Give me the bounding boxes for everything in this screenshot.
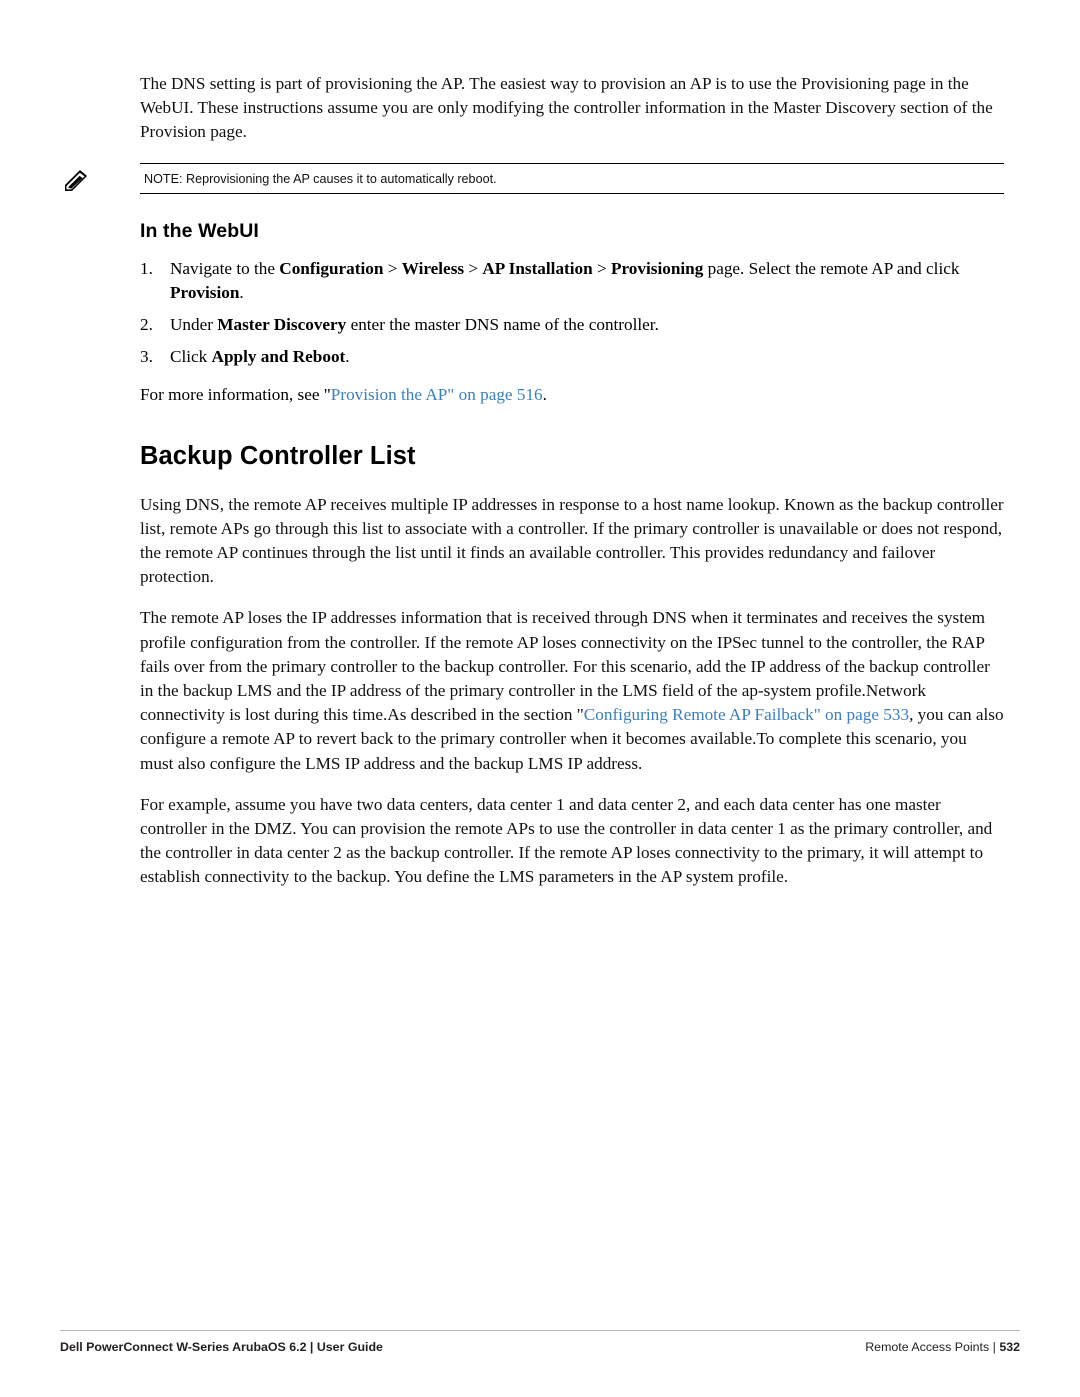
inline-text: .	[542, 385, 547, 405]
emphasis-text: AP Installation	[482, 258, 593, 278]
emphasis-text: Master Discovery	[217, 315, 347, 335]
inline-text: For more information, see "	[140, 385, 331, 405]
cross-reference-link[interactable]: Provision the AP" on page 516	[331, 385, 543, 404]
emphasis-text: Provision	[170, 282, 240, 302]
inline-text: Navigate to the	[170, 258, 280, 278]
footer-right-text: Remote Access Points | 532	[865, 1340, 1020, 1354]
heading-in-the-webui: In the WebUI	[140, 219, 259, 242]
step-text: Under Master Discovery enter the master …	[170, 315, 659, 334]
footer-left-text: Dell PowerConnect W-Series ArubaOS 6.2 |…	[60, 1340, 383, 1354]
footer-rule	[60, 1330, 1020, 1331]
footer-page-number: 532	[999, 1340, 1020, 1354]
footer-chapter-label: Remote Access Points |	[865, 1340, 996, 1354]
backup-paragraph-3: For example, assume you have two data ce…	[140, 794, 993, 887]
heading-backup-controller-list: Backup Controller List	[140, 441, 416, 470]
step-number: 1.	[140, 258, 153, 278]
emphasis-text: Wireless	[401, 258, 465, 278]
inline-text: page. Select the remote AP and click	[703, 258, 960, 278]
inline-text: >	[383, 258, 402, 278]
emphasis-text: Provisioning	[610, 258, 704, 278]
backup-paragraph-2: The remote AP loses the IP addresses inf…	[140, 606, 1004, 775]
emphasis-text: Configuration	[279, 258, 384, 278]
cross-reference-link[interactable]: Configuring Remote AP Failback" on page …	[584, 705, 909, 724]
page-content: The DNS setting is part of provisioning …	[65, 72, 1004, 907]
inline-text: .	[239, 282, 244, 302]
inline-text: Click	[170, 347, 212, 367]
emphasis-text: Apply and Reboot	[211, 347, 346, 367]
step-number: 2.	[140, 315, 153, 335]
webui-step-1: 1. Navigate to the Configuration > Wirele…	[140, 257, 1004, 305]
note-text: NOTE: Reprovisioning the AP causes it to…	[144, 171, 497, 186]
step-number: 3.	[140, 347, 153, 367]
inline-text: >	[464, 258, 483, 278]
inline-text: Under	[170, 315, 218, 335]
page-footer: Dell PowerConnect W-Series ArubaOS 6.2 |…	[60, 1330, 1020, 1354]
step-text: Click Apply and Reboot.	[170, 347, 350, 366]
backup-paragraph-1: Using DNS, the remote AP receives multip…	[140, 494, 1004, 587]
webui-steps-list: 1. Navigate to the Configuration > Wirele…	[140, 257, 1004, 370]
more-info-line: For more information, see "Provision the…	[140, 383, 1004, 407]
step-text: Navigate to the Configuration > Wireless…	[170, 259, 959, 302]
inline-text: >	[592, 258, 611, 278]
document-page: The DNS setting is part of provisioning …	[0, 0, 1080, 1397]
inline-text: .	[345, 347, 350, 367]
inline-text: enter the master DNS name of the control…	[346, 315, 659, 335]
note-pencil-icon	[62, 166, 92, 192]
note-bottom-rule	[140, 192, 1004, 194]
webui-step-2: 2. Under Master Discovery enter the maste…	[140, 313, 1004, 337]
note-callout: NOTE: Reprovisioning the AP causes it to…	[65, 162, 1004, 194]
webui-step-3: 3. Click Apply and Reboot.	[140, 345, 1004, 369]
intro-paragraph: The DNS setting is part of provisioning …	[140, 74, 993, 142]
